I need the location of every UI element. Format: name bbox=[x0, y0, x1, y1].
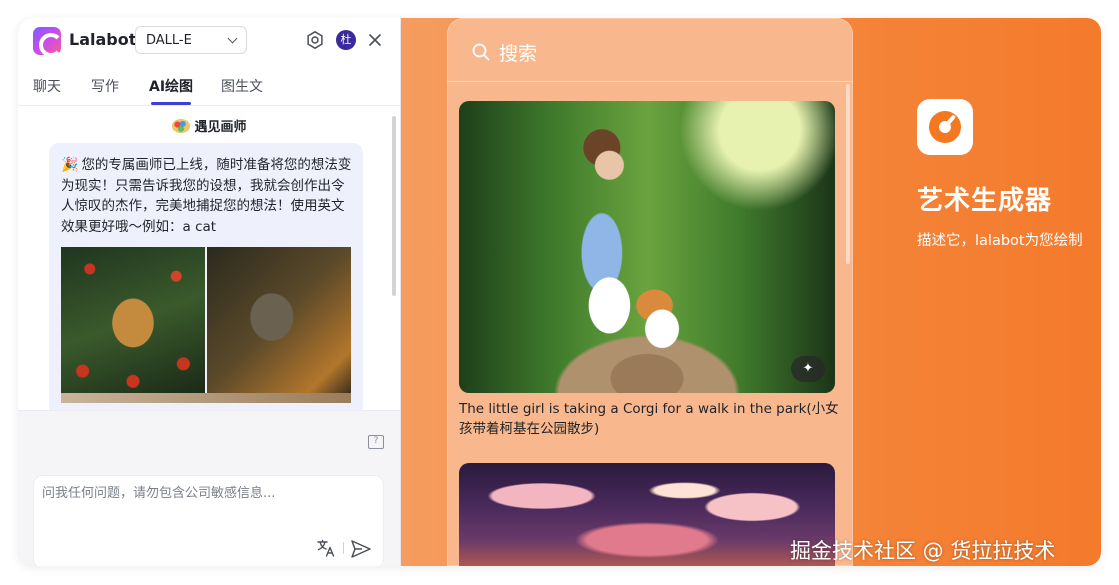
chat-footer: ? 问我任何问题，请勿包含公司敏感信息... bbox=[18, 410, 400, 566]
chat-header: Lalabot DALL-E 杜 bbox=[18, 18, 400, 64]
search-label: 搜索 bbox=[499, 43, 538, 65]
chat-panel: Lalabot DALL-E 杜 聊天 写作 AI绘图 图生文 遇见画师 🎉 您的… bbox=[18, 18, 401, 566]
tab-writing[interactable]: 写作 bbox=[91, 76, 119, 96]
bot-name: 遇见画师 bbox=[194, 120, 247, 135]
message-text: 您的专属画师已上线，随时准备将您的想法变为现实！只需告诉我您的设想，我就会创作出… bbox=[61, 157, 352, 235]
tab-bar: 聊天 写作 AI绘图 图生文 bbox=[18, 72, 400, 106]
cat-image[interactable] bbox=[207, 247, 351, 393]
tab-ai-drawing[interactable]: AI绘图 bbox=[149, 76, 193, 96]
message-text-block: 🎉 您的专属画师已上线，随时准备将您的想法变为现实！只需告诉我您的设想，我就会创作… bbox=[61, 155, 353, 237]
search-bar[interactable]: 搜索 bbox=[447, 18, 853, 82]
palette-icon bbox=[172, 119, 191, 133]
cat-image-strip bbox=[61, 393, 351, 403]
tab-chat[interactable]: 聊天 bbox=[33, 76, 61, 96]
brush-icon bbox=[929, 111, 961, 143]
model-select[interactable]: DALL-E bbox=[135, 26, 247, 54]
hero-title: 艺术生成器 bbox=[917, 186, 1053, 216]
search-icon bbox=[472, 43, 490, 61]
chat-input-placeholder: 问我任何问题，请勿包含公司敏感信息... bbox=[42, 486, 276, 501]
app-name: Lalabot bbox=[69, 30, 137, 49]
gallery-image[interactable] bbox=[459, 463, 835, 566]
art-generator-icon bbox=[917, 99, 973, 155]
send-icon[interactable] bbox=[350, 539, 372, 559]
watermark: 掘金技术社区 @ 货拉拉技术 bbox=[790, 539, 1056, 563]
tab-image-to-text[interactable]: 图生文 bbox=[221, 76, 263, 96]
chat-messages[interactable]: 遇见画师 🎉 您的专属画师已上线，随时准备将您的想法变为现实！只需告诉我您的设想，… bbox=[18, 106, 400, 410]
party-icon: 🎉 bbox=[61, 157, 79, 173]
model-select-value: DALL-E bbox=[146, 33, 192, 48]
gallery-scrollbar[interactable] bbox=[846, 84, 850, 264]
enhance-icon[interactable]: ✦ bbox=[791, 356, 825, 382]
cat-image[interactable] bbox=[61, 247, 205, 393]
close-icon[interactable] bbox=[367, 32, 383, 48]
hero-subtitle: 描述它，lalabot为您绘制 bbox=[917, 233, 1083, 249]
avatar[interactable]: 杜 bbox=[336, 30, 356, 50]
bot-name-row: 遇见画师 bbox=[18, 116, 400, 135]
gallery-panel: 搜索 ✦ The little girl is taking a Corgi f… bbox=[447, 18, 853, 566]
active-tab-indicator bbox=[151, 102, 191, 105]
gallery-image[interactable]: ✦ bbox=[459, 101, 835, 393]
chat-input[interactable]: 问我任何问题，请勿包含公司敏感信息... bbox=[33, 475, 384, 566]
input-divider bbox=[343, 542, 344, 554]
example-images bbox=[61, 247, 351, 410]
chat-scrollbar[interactable] bbox=[392, 116, 396, 296]
chevron-down-icon bbox=[227, 33, 238, 44]
feedback-icon[interactable]: ? bbox=[368, 435, 384, 449]
bot-message: 🎉 您的专属画师已上线，随时准备将您的想法变为现实！只需告诉我您的设想，我就会创作… bbox=[49, 143, 363, 410]
settings-icon[interactable] bbox=[305, 30, 325, 50]
app-logo bbox=[33, 27, 63, 57]
gallery-caption: The little girl is taking a Corgi for a … bbox=[459, 401, 839, 437]
translate-icon[interactable] bbox=[316, 538, 336, 558]
